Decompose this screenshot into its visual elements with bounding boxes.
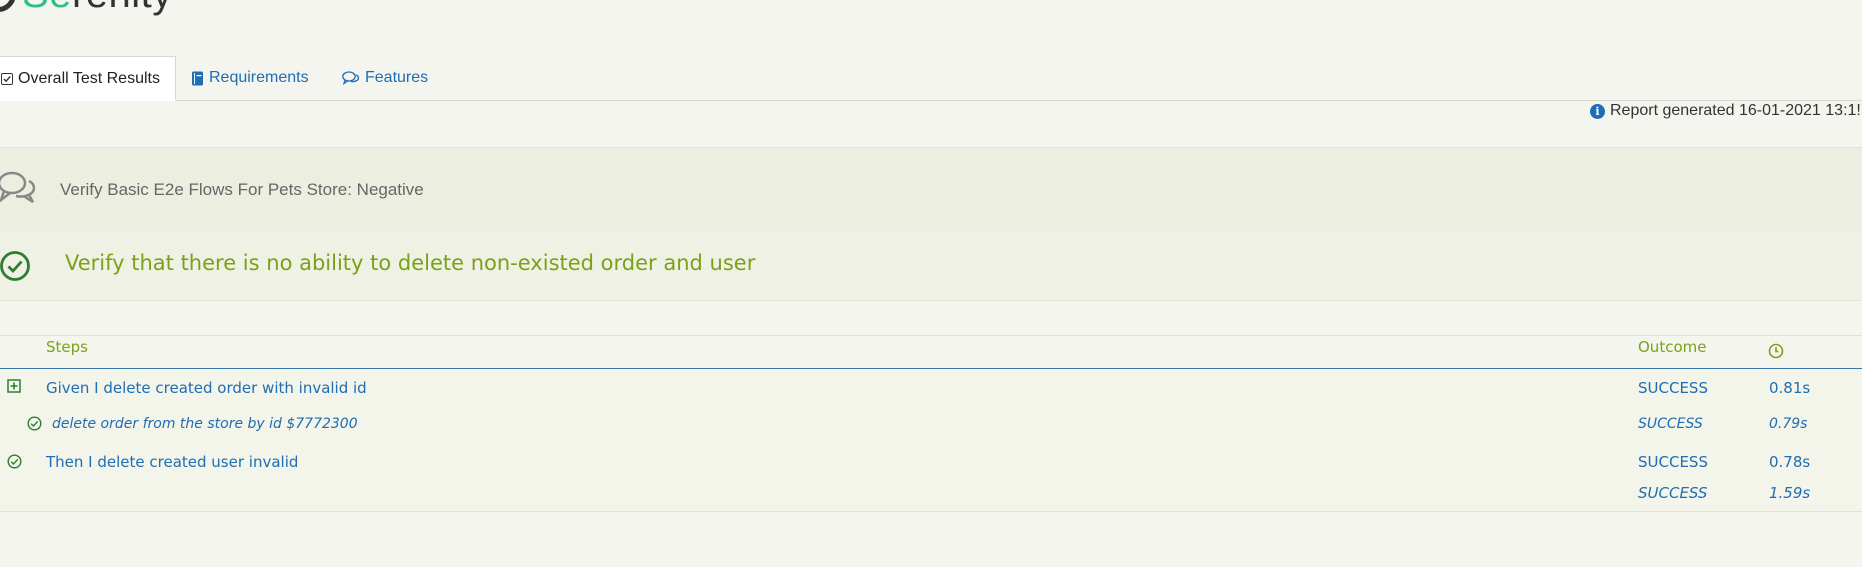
tab-requirements[interactable]: Requirements [191, 56, 309, 100]
step-description[interactable]: Given I delete created order with invali… [46, 379, 367, 397]
step-outcome: SUCCESS [1638, 453, 1708, 471]
step-outcome: SUCCESS [1638, 416, 1703, 432]
total-outcome: SUCCESS [1638, 484, 1708, 502]
tab-label: Features [365, 69, 429, 86]
steps-table-body: Given I delete created order with invali… [0, 369, 1862, 512]
logo-text: Serenity [22, 0, 173, 17]
feature-title[interactable]: Verify Basic E2e Flows For Pets Store: N… [60, 180, 424, 200]
report-tabs: Overall Test Results Requirements Featur… [0, 56, 1862, 101]
step-duration: 0.78s [1769, 453, 1811, 471]
steps-table-header: Steps Outcome [0, 335, 1862, 369]
checkbox-icon [1, 72, 13, 85]
feature-header: Verify Basic E2e Flows For Pets Store: N… [0, 147, 1862, 233]
tab-label: Requirements [209, 69, 309, 86]
steps-table: Steps Outcome Given I delete created ord… [0, 335, 1862, 512]
plus-square-icon[interactable] [7, 379, 21, 393]
table-row: Given I delete created order with invali… [0, 369, 1862, 406]
step-outcome: SUCCESS [1638, 379, 1708, 397]
tab-overall-test-results[interactable]: Overall Test Results [0, 56, 176, 101]
report-generated-text: Report generated 16-01-2021 13:1! [1610, 102, 1861, 119]
step-duration: 0.81s [1769, 379, 1811, 397]
serenity-logo[interactable]: Serenity [0, 0, 173, 17]
comments-icon [0, 171, 36, 204]
table-total-row: SUCCESS 1.59s [0, 480, 1862, 511]
tab-features[interactable]: Features [342, 56, 428, 100]
report-page: Serenity Overall Test Results Requiremen… [0, 0, 1862, 567]
step-description: delete order from the store by id $77723… [52, 416, 358, 432]
check-circle-icon [7, 454, 22, 469]
outcome-column-header: Outcome [1638, 338, 1707, 356]
comments-icon [342, 71, 360, 85]
table-row: delete order from the store by id $77723… [0, 406, 1862, 443]
logo-ring-icon [0, 0, 16, 12]
table-row: Then I delete created user invalid SUCCE… [0, 443, 1862, 480]
steps-column-header: Steps [46, 338, 88, 356]
check-circle-icon [0, 251, 30, 281]
step-description: Then I delete created user invalid [46, 453, 299, 471]
tab-label: Overall Test Results [18, 69, 160, 87]
book-icon [192, 71, 203, 85]
info-circle-icon: i [1590, 103, 1605, 119]
report-generated: i Report generated 16-01-2021 13:1! [1590, 102, 1861, 120]
scenario-header: Verify that there is no ability to delet… [0, 232, 1862, 301]
step-duration: 0.79s [1769, 416, 1808, 432]
check-circle-icon [27, 416, 42, 431]
total-duration: 1.59s [1769, 484, 1811, 502]
clock-icon [1768, 343, 1784, 359]
scenario-title: Verify that there is no ability to delet… [65, 251, 756, 275]
